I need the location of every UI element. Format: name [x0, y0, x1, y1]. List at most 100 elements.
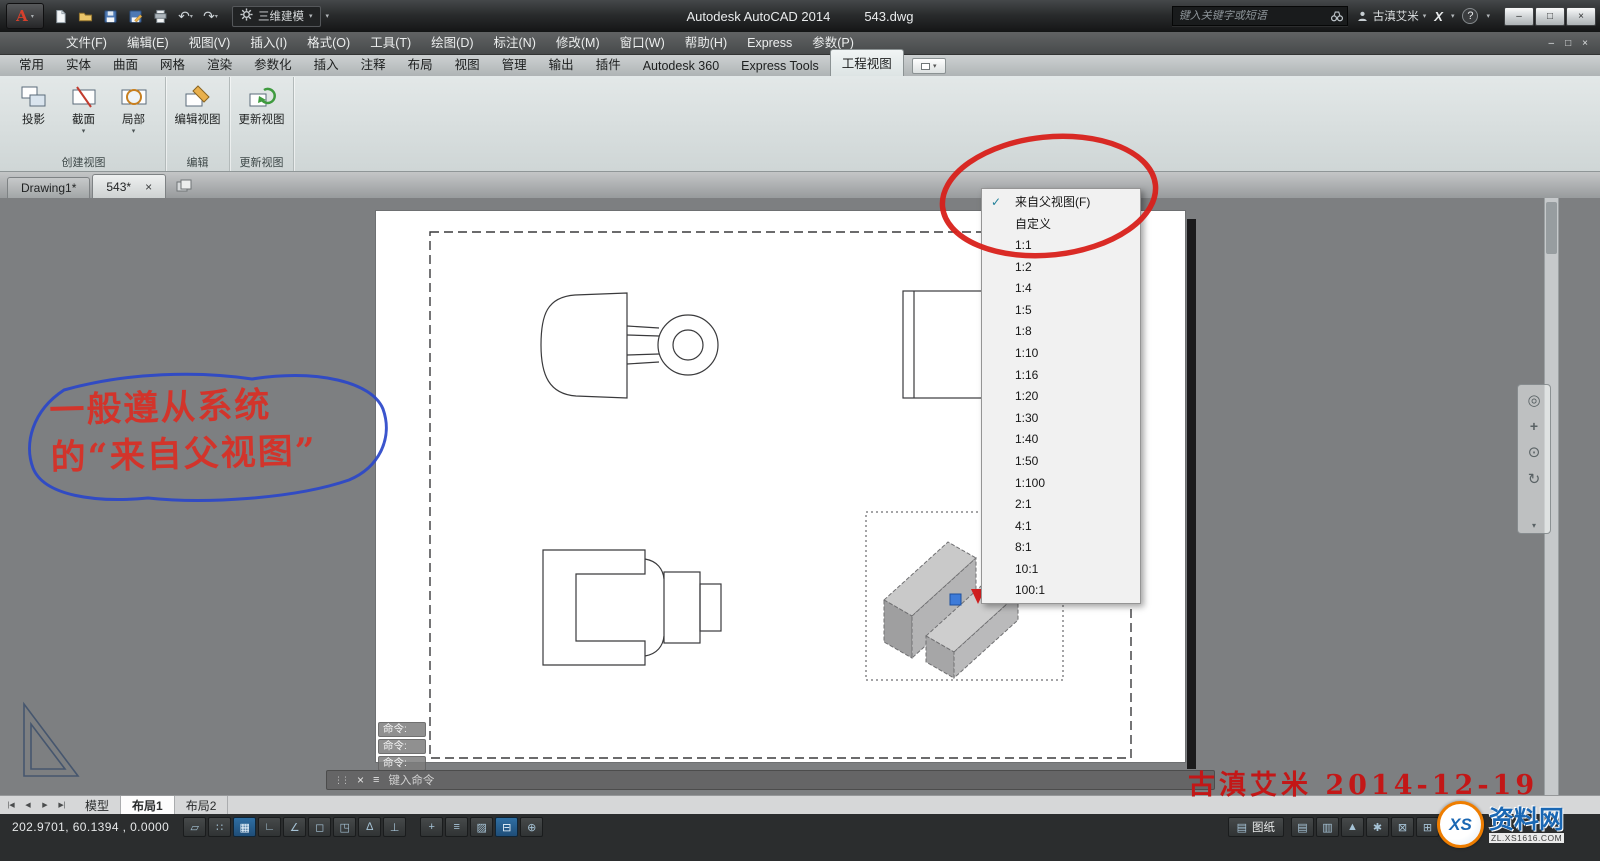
chevron-down-icon[interactable]: ▾ [1532, 521, 1536, 530]
context-menu-item[interactable]: 1:40 [982, 429, 1140, 451]
layout-nav-button[interactable]: ▶ [37, 798, 53, 813]
zoom-icon[interactable]: ⊙ [1528, 443, 1541, 461]
help-button[interactable]: ? [1462, 8, 1478, 24]
new-file-button[interactable] [49, 5, 72, 27]
chevron-down-icon[interactable]: ▾ [1451, 12, 1455, 20]
context-menu-item[interactable]: 1:20 [982, 385, 1140, 407]
maximize-button[interactable]: □ [1535, 7, 1565, 26]
steering-wheel-icon[interactable]: ◎ [1527, 391, 1540, 409]
layout-nav-button[interactable]: |◀ [3, 798, 19, 813]
open-file-button[interactable] [74, 5, 97, 27]
qat-menu-caret-icon[interactable]: ▾ [326, 12, 330, 20]
file-tab-drawing1[interactable]: Drawing1* [7, 177, 90, 198]
panel-label-update-view[interactable]: 更新视图 [234, 153, 289, 171]
context-menu-item[interactable]: 1:2 [982, 256, 1140, 278]
layout-tab[interactable]: 布局2 [175, 796, 229, 814]
ribbon-tab[interactable]: 实体 [55, 51, 102, 76]
transparency-icon[interactable]: ▨ [470, 817, 493, 837]
ribbon-tab[interactable]: Express Tools [730, 56, 830, 76]
ribbon-tab[interactable]: 渲染 [196, 51, 243, 76]
3d-object-snap-icon[interactable]: ◳ [333, 817, 356, 837]
command-line[interactable]: ⋮⋮ × ≡ 键入命令 [326, 770, 1215, 790]
drag-grip-icon[interactable]: ⋮⋮ [334, 775, 348, 786]
close-button[interactable]: × [1566, 7, 1596, 26]
object-snap-tracking-icon[interactable]: ∆ [358, 817, 381, 837]
ribbon-tab[interactable]: 布局 [397, 51, 444, 76]
base-view-button[interactable]: 投影 [10, 81, 57, 127]
exchange-apps-icon[interactable]: X [1434, 9, 1443, 24]
context-menu-item[interactable]: 10:1 [982, 558, 1140, 580]
ribbon-tab[interactable]: 网格 [149, 51, 196, 76]
context-menu-item[interactable]: 1:100 [982, 472, 1140, 494]
scrollbar-thumb[interactable] [1546, 202, 1557, 254]
layout-nav-button[interactable]: ▶| [54, 798, 70, 813]
close-icon[interactable]: × [357, 773, 364, 787]
doc-minimize-icon[interactable]: – [1549, 38, 1555, 49]
selection-cycling-icon[interactable]: ⊕ [520, 817, 543, 837]
edit-view-button[interactable]: 编辑视图 [174, 81, 221, 127]
doc-restore-icon[interactable]: □ [1565, 38, 1571, 49]
section-view-button[interactable]: 截面 ▾ [60, 81, 107, 135]
undo-button[interactable]: ↶▾ [174, 5, 197, 27]
ribbon-tab[interactable]: Autodesk 360 [632, 56, 730, 76]
ribbon-tab[interactable]: 输出 [538, 51, 585, 76]
binoculars-search-icon[interactable] [1330, 9, 1344, 23]
minimize-button[interactable]: – [1504, 7, 1534, 26]
polar-tracking-icon[interactable]: ∠ [283, 817, 306, 837]
ortho-mode-icon[interactable]: ∟ [258, 817, 281, 837]
quick-view-layouts-icon[interactable]: ▤ [1291, 817, 1314, 837]
close-tab-icon[interactable]: × [145, 180, 152, 194]
new-drawing-tab-icon[interactable] [175, 178, 193, 194]
context-menu-item[interactable]: 1:30 [982, 407, 1140, 429]
ribbon-tab[interactable]: 插件 [585, 51, 632, 76]
quick-view-drawings-icon[interactable]: ▥ [1316, 817, 1339, 837]
infer-constraints-icon[interactable]: ▱ [183, 817, 206, 837]
ribbon-tab[interactable]: 管理 [491, 51, 538, 76]
context-menu-item[interactable]: 4:1 [982, 515, 1140, 537]
context-menu-item[interactable]: ✓ 来自父视图(F) [982, 191, 1140, 213]
grid-display-icon[interactable]: ▦ [233, 817, 256, 837]
search-input[interactable] [1179, 10, 1330, 22]
context-menu-item[interactable]: 1:16 [982, 364, 1140, 386]
lineweight-icon[interactable]: ≡ [445, 817, 468, 837]
ribbon-tab[interactable]: 常用 [8, 51, 55, 76]
context-menu-item[interactable]: 1:4 [982, 277, 1140, 299]
layout-tab[interactable]: 布局1 [121, 796, 175, 814]
toolbar-lock-icon[interactable]: ⊠ [1391, 817, 1414, 837]
context-menu-item[interactable]: 1:10 [982, 342, 1140, 364]
ribbon-tab[interactable]: 参数化 [243, 51, 303, 76]
doc-close-icon[interactable]: × [1582, 38, 1588, 49]
redo-button[interactable]: ↷▾ [199, 5, 222, 27]
ribbon-tab[interactable]: 工程视图 [830, 49, 904, 76]
pan-icon[interactable]: + [1530, 418, 1538, 434]
ribbon-tab[interactable]: 视图 [444, 51, 491, 76]
application-menu-button[interactable]: A ▾ [6, 3, 44, 29]
ribbon-tab[interactable]: 曲面 [102, 51, 149, 76]
ribbon-tab[interactable]: 插入 [303, 51, 350, 76]
file-tab-543[interactable]: 543* × [92, 174, 166, 198]
save-button[interactable] [99, 5, 122, 27]
context-menu-item[interactable]: 1:1 [982, 234, 1140, 256]
panel-label-create-view[interactable]: 创建视图 [6, 153, 161, 171]
layout-nav-button[interactable]: ◀ [20, 798, 36, 813]
context-menu-item[interactable]: 1:50 [982, 450, 1140, 472]
object-snap-icon[interactable]: ◻ [308, 817, 331, 837]
paper-model-toggle[interactable]: ▤ 图纸 [1228, 817, 1284, 837]
dynamic-input-icon[interactable]: + [420, 817, 443, 837]
dynamic-ucs-icon[interactable]: ⊥ [383, 817, 406, 837]
customize-icon[interactable]: ≡ [373, 774, 379, 786]
orbit-icon[interactable]: ↻ [1528, 470, 1541, 488]
context-menu-item[interactable]: 100:1 [982, 580, 1140, 602]
coordinates-readout[interactable]: 202.9701, 60.1394 , 0.0000 [12, 820, 169, 834]
ribbon-tab[interactable]: 注释 [350, 51, 397, 76]
context-menu-item[interactable]: 2:1 [982, 493, 1140, 515]
context-menu-item[interactable]: 8:1 [982, 537, 1140, 559]
plot-button[interactable] [149, 5, 172, 27]
context-menu-item[interactable]: 1:5 [982, 299, 1140, 321]
workspace-switch-icon[interactable]: ✱ [1366, 817, 1389, 837]
context-menu-item[interactable]: 自定义 [982, 213, 1140, 235]
snap-mode-icon[interactable]: ∷ [208, 817, 231, 837]
workspace-switcher[interactable]: 三维建模 ▾ [232, 6, 321, 27]
layout-tab[interactable]: 模型 [74, 796, 121, 814]
quick-properties-icon[interactable]: ⊟ [495, 817, 518, 837]
